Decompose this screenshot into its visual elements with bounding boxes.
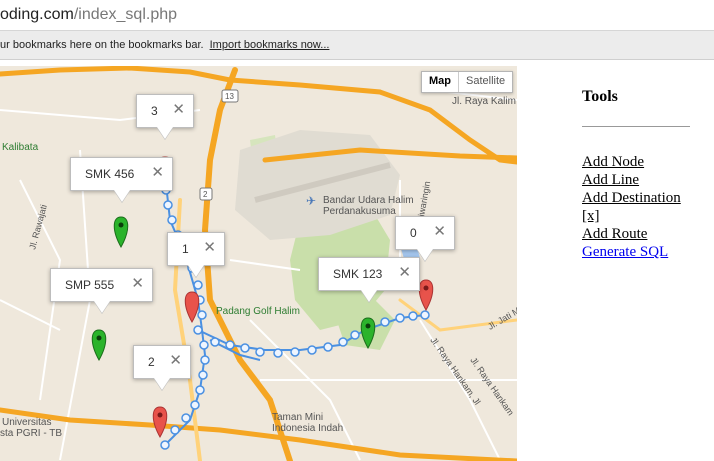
red-marker-icon: [418, 279, 434, 312]
close-link[interactable]: [x]: [582, 207, 702, 225]
infowindow-label: SMK 456: [85, 167, 135, 181]
generate-sql-link[interactable]: Generate SQL: [582, 243, 702, 261]
place-label-airport-1: Bandar Udara Halim: [323, 195, 414, 206]
infowindow-smk-456: SMK 456 ✕: [70, 157, 173, 202]
close-icon[interactable]: ✕: [169, 353, 182, 369]
green-marker-icon: [91, 329, 107, 362]
road-label-13: 13: [225, 92, 234, 101]
infowindow-tail: [154, 378, 170, 390]
infowindow-smp-555: SMP 555 ✕: [50, 268, 153, 313]
street-label-raya-hankam-2: Jl. Raya Hankam: [468, 355, 515, 417]
infowindow-label: 1: [182, 242, 189, 256]
satellite-button[interactable]: Satellite: [459, 72, 512, 92]
import-bookmarks-link[interactable]: Import bookmarks now...: [210, 39, 330, 51]
bookmarks-message: ur bookmarks here on the bookmarks bar. I…: [0, 39, 329, 51]
bookmarks-hint: ur bookmarks here on the bookmarks bar.: [0, 39, 204, 51]
infowindow-tail: [113, 190, 130, 202]
add-route-link[interactable]: Add Route: [582, 225, 702, 243]
airport-icon: ✈: [306, 194, 316, 208]
add-node-link[interactable]: Add Node: [582, 153, 702, 171]
infowindow-label: 0: [410, 226, 417, 240]
close-icon[interactable]: ✕: [151, 165, 164, 181]
place-label-taman-2: Indonesia Indah: [272, 423, 343, 434]
infowindow-1: 1 ✕: [167, 232, 225, 277]
infowindow-tail: [188, 265, 204, 277]
street-label-raya-kalim: Jl. Raya Kalim: [452, 96, 516, 107]
tools-panel: Tools Add Node Add Line Add Destination …: [582, 88, 702, 261]
add-line-link[interactable]: Add Line: [582, 171, 702, 189]
infowindow-tail: [157, 127, 173, 139]
infowindow-0: 0 ✕: [395, 216, 455, 261]
road-label-2: 2: [203, 190, 208, 199]
url-host: oding.com: [0, 6, 74, 23]
url-text[interactable]: oding.com/index_sql.php: [0, 6, 177, 24]
map-button[interactable]: Map: [422, 72, 459, 92]
green-marker-icon: [113, 216, 129, 249]
red-marker-icon: [184, 291, 200, 324]
street-label-raya-hankam: Jl. Raya Hankam, Jl: [428, 335, 482, 406]
close-icon[interactable]: ✕: [131, 276, 144, 292]
tools-title: Tools: [582, 88, 618, 105]
infowindow-3: 3 ✕: [136, 94, 194, 139]
add-destination-link[interactable]: Add Destination: [582, 189, 702, 207]
url-path: /index_sql.php: [73, 6, 178, 23]
map-graphics: 13 2 Jl. Raya Kalim Kalibata Bandar Udar…: [0, 66, 517, 461]
address-bar[interactable]: oding.com/index_sql.php: [0, 0, 714, 31]
place-label-airport-2: Perdanakusuma: [323, 206, 396, 217]
infowindow-smk-123: SMK 123 ✕: [318, 257, 420, 302]
map-type-control: Map Satellite: [421, 71, 514, 93]
close-icon[interactable]: ✕: [172, 102, 185, 118]
place-label-golf: Padang Golf Halim: [216, 306, 300, 317]
map-canvas[interactable]: 13 2 Jl. Raya Kalim Kalibata Bandar Udar…: [0, 66, 517, 461]
place-label-taman-1: Taman Mini: [272, 412, 323, 423]
infowindow-label: 2: [148, 355, 155, 369]
place-label-universitas-2: sta PGRI - TB: [0, 428, 62, 439]
street-label-jati-m: Jl. Jati M: [486, 305, 517, 331]
tools-divider: [582, 126, 690, 127]
place-label-universitas-1: Universitas: [2, 417, 51, 428]
infowindow-2: 2 ✕: [133, 345, 191, 390]
bookmarks-bar: ur bookmarks here on the bookmarks bar. I…: [0, 31, 714, 60]
close-icon[interactable]: ✕: [203, 240, 216, 256]
red-marker-icon: [152, 406, 168, 439]
infowindow-tail: [93, 301, 110, 313]
infowindow-label: SMP 555: [65, 278, 115, 292]
infowindow-label: SMK 123: [333, 267, 383, 281]
street-label-rawajati: Jl. Rawajati: [27, 203, 49, 250]
close-icon[interactable]: ✕: [433, 224, 446, 240]
place-label-kalibata: Kalibata: [2, 142, 39, 153]
close-icon[interactable]: ✕: [398, 265, 411, 281]
infowindow-label: 3: [151, 104, 158, 118]
infowindow-tail: [361, 290, 377, 302]
